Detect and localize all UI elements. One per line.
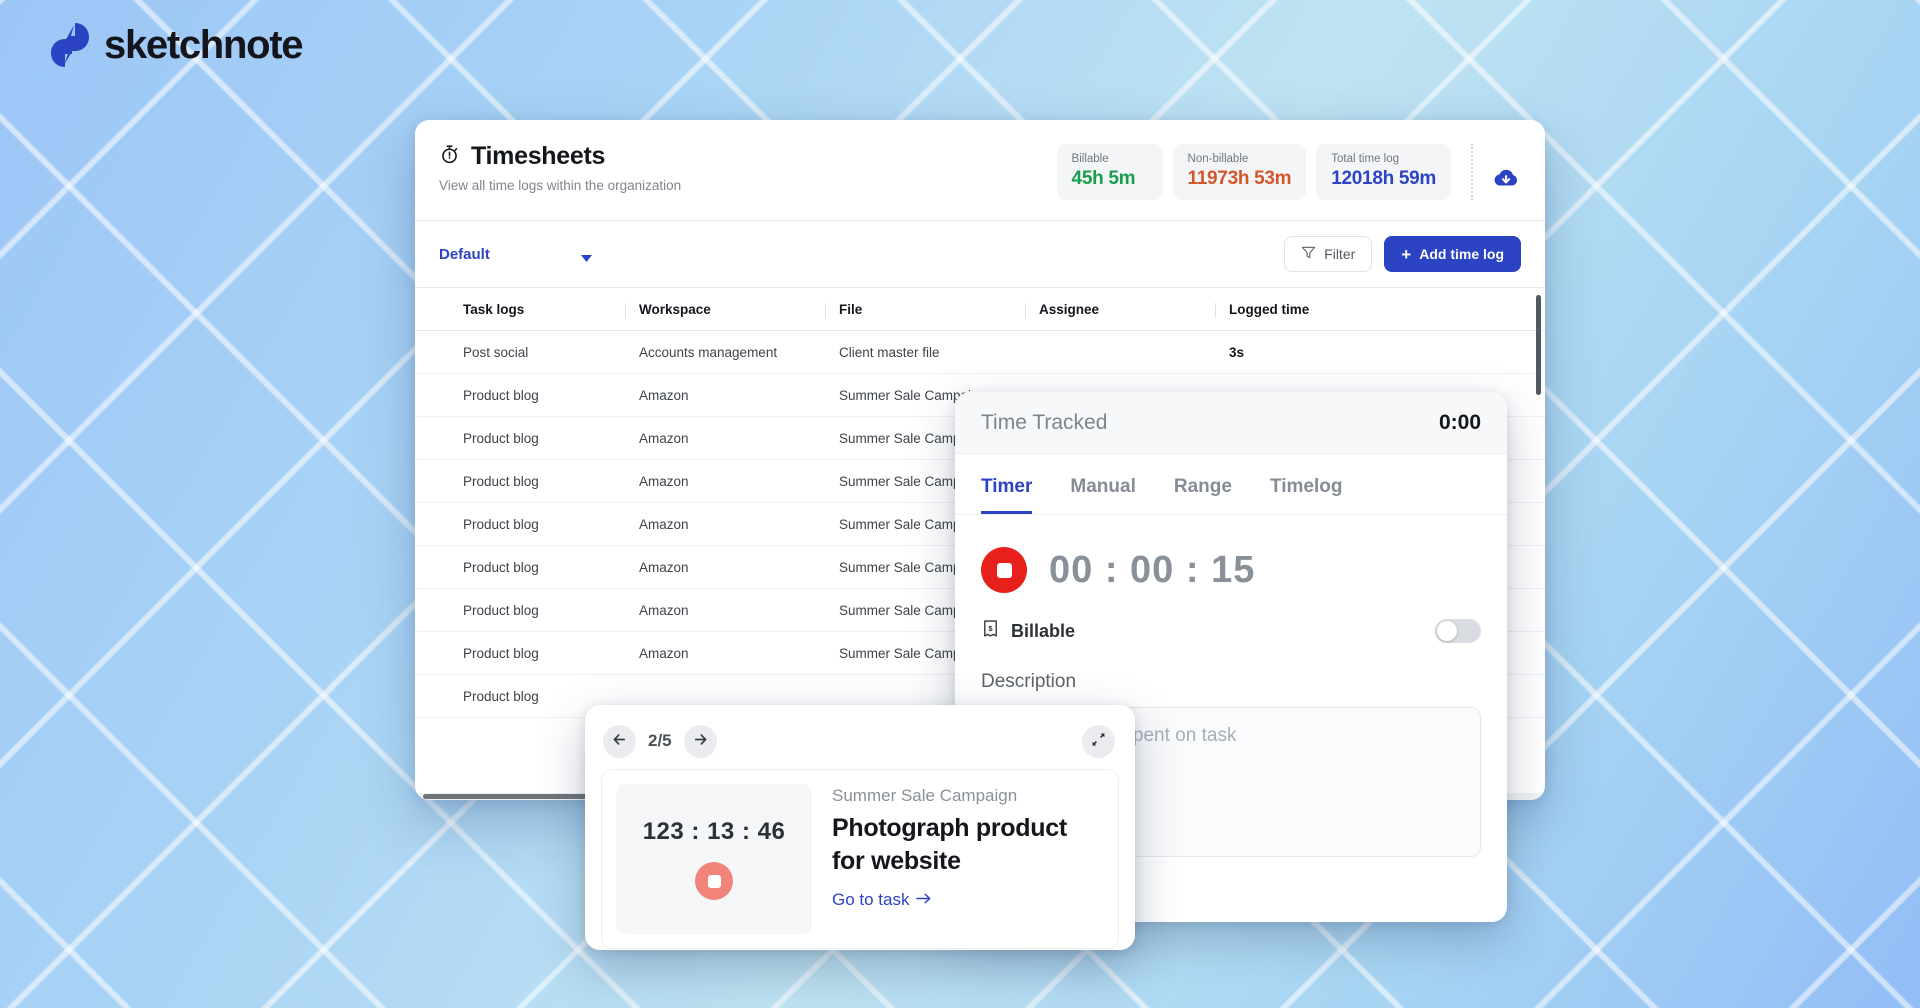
tab-manual[interactable]: Manual (1070, 476, 1135, 514)
cell-logged-time: 3s (1229, 344, 1245, 360)
time-tracked-tabs: Timer Manual Range Timelog (955, 454, 1507, 515)
add-time-log-button[interactable]: + Add time log (1384, 236, 1521, 272)
cell-workspace: Amazon (639, 430, 689, 446)
stat-value: 12018h 59m (1331, 168, 1436, 189)
brand-logo: sketchnote (50, 22, 303, 68)
vertical-scrollbar[interactable] (1536, 295, 1541, 395)
column-header-logged-time[interactable]: Logged time (1215, 302, 1399, 318)
stat-label: Total time log (1331, 153, 1400, 165)
stats-group: Billable 45h 5m Non-billable 11973h 53m … (1056, 138, 1521, 200)
stat-card-total-time-log: Total time log 12018h 59m (1316, 144, 1451, 200)
toolbar-actions: Filter + Add time log (1284, 236, 1521, 272)
mini-timer-pagination: 2/5 (603, 724, 717, 758)
column-header-file[interactable]: File (825, 302, 1039, 318)
column-header-task-logs[interactable]: Task logs (439, 302, 639, 317)
tab-timelog[interactable]: Timelog (1270, 476, 1343, 514)
time-tracked-title: Time Tracked (981, 410, 1108, 434)
mini-timer-task-info: Summer Sale Campaign Photograph product … (832, 784, 1092, 910)
table-header-row: Task logs Workspace File Assignee Logged… (415, 287, 1545, 331)
mini-stop-timer-button[interactable] (695, 862, 733, 900)
toggle-knob (1437, 621, 1457, 641)
cell-workspace: Amazon (639, 559, 689, 575)
page-title-block: Timesheets View all time logs within the… (439, 138, 681, 193)
floating-timer-widget: 2/5 123 : 13 : 46 Summer Sale Campaign P… (585, 705, 1135, 950)
view-selector-label: Default (439, 245, 490, 263)
tab-range[interactable]: Range (1174, 476, 1232, 514)
filter-button[interactable]: Filter (1284, 236, 1373, 272)
stop-icon (996, 562, 1012, 578)
billable-label: Billable (1011, 620, 1076, 641)
cell-task: Product blog (463, 430, 539, 446)
timer-display: 00 : 00 : 15 (1049, 548, 1256, 591)
cell-task: Product blog (463, 602, 539, 618)
page-subtitle: View all time logs within the organizati… (439, 178, 682, 193)
filter-button-label: Filter (1324, 246, 1356, 262)
tab-timer[interactable]: Timer (981, 476, 1033, 514)
stat-label: Non-billable (1187, 153, 1249, 165)
receipt-dollar-icon: $ (981, 619, 1000, 643)
header-divider (1471, 144, 1473, 200)
svg-text:$: $ (988, 624, 993, 633)
cell-workspace: Accounts management (639, 344, 778, 360)
cell-task: Product blog (463, 473, 539, 489)
mini-timer-toolbar: 2/5 (601, 719, 1119, 763)
cell-task: Product blog (463, 645, 539, 661)
arrow-left-icon (611, 731, 628, 751)
next-timer-button[interactable] (683, 724, 717, 758)
cell-workspace: Amazon (639, 602, 689, 618)
billable-label-group: $ Billable (981, 619, 1075, 643)
view-selector[interactable]: Default (439, 246, 593, 263)
cell-workspace: Amazon (639, 473, 689, 489)
stopwatch-icon (439, 144, 460, 170)
brand-name: sketchnote (104, 22, 303, 67)
stat-value: 45h 5m (1071, 168, 1136, 189)
add-time-log-label: Add time log (1419, 246, 1504, 262)
description-label: Description (981, 671, 1077, 692)
time-tracked-header: Time Tracked 0:00 (955, 392, 1507, 454)
column-header-workspace[interactable]: Workspace (625, 302, 839, 318)
timer-row: 00 : 00 : 15 (955, 515, 1507, 593)
previous-timer-button[interactable] (603, 724, 636, 758)
cell-file: Client master file (839, 344, 940, 360)
billable-row: $ Billable (955, 593, 1507, 643)
mini-timer-workspace: Summer Sale Campaign (832, 786, 1018, 805)
stop-icon (707, 874, 721, 888)
cell-task: Product blog (463, 516, 539, 532)
chevron-down-icon (580, 250, 593, 262)
mini-timer-page-indicator: 2/5 (648, 731, 672, 750)
billable-toggle[interactable] (1435, 619, 1481, 643)
cell-workspace: Amazon (639, 516, 689, 532)
mini-timer-elapsed: 123 : 13 : 46 (642, 818, 786, 845)
table-toolbar: Default Filter + Add time log (415, 221, 1545, 287)
stat-card-non-billable: Non-billable 11973h 53m (1172, 144, 1307, 200)
page-header: Timesheets View all time logs within the… (415, 120, 1545, 220)
cell-task: Product blog (463, 387, 539, 403)
cell-task: Post social (463, 344, 529, 360)
arrow-right-icon (916, 890, 931, 910)
cloud-download-icon[interactable] (1491, 163, 1521, 193)
stat-card-billable: Billable 45h 5m (1056, 144, 1163, 200)
mini-timer-clock: 123 : 13 : 46 (616, 784, 812, 934)
arrow-right-icon (692, 731, 709, 751)
cell-task: Product blog (463, 559, 539, 575)
cell-task: Product blog (463, 688, 539, 704)
funnel-icon (1301, 245, 1316, 263)
time-tracked-total: 0:00 (1438, 410, 1481, 434)
stat-label: Billable (1071, 153, 1109, 165)
mini-timer-card: 123 : 13 : 46 Summer Sale Campaign Photo… (601, 769, 1119, 949)
collapse-widget-button[interactable] (1082, 724, 1115, 758)
page-title: Timesheets (471, 142, 606, 170)
stat-value: 11973h 53m (1187, 168, 1292, 189)
cell-workspace: Amazon (639, 387, 689, 403)
stop-timer-button[interactable] (981, 547, 1027, 593)
plus-icon: + (1401, 244, 1412, 264)
collapse-arrows-icon (1090, 731, 1107, 751)
mini-timer-task-title: Photograph product for website (832, 814, 1067, 875)
go-to-task-label: Go to task (832, 890, 910, 909)
go-to-task-link[interactable]: Go to task (832, 890, 931, 910)
lightning-bolt-icon (50, 22, 90, 68)
column-header-assignee[interactable]: Assignee (1025, 302, 1229, 318)
cell-workspace: Amazon (639, 645, 689, 661)
table-row[interactable]: Post social Accounts management Client m… (415, 331, 1545, 374)
